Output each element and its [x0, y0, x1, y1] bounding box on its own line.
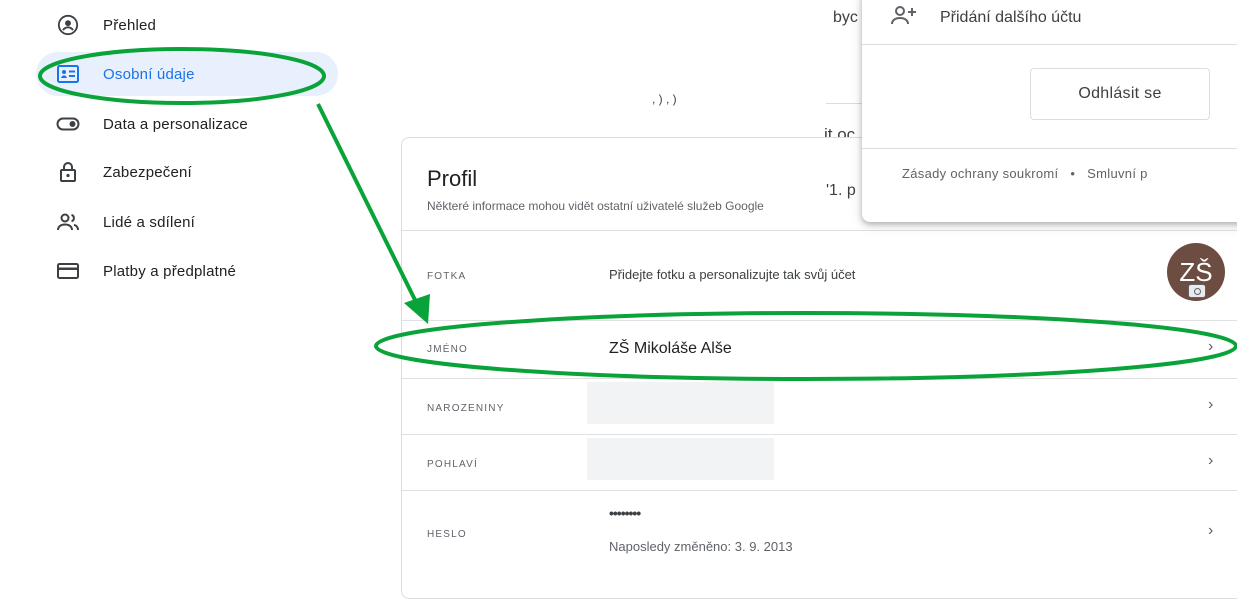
- camera-icon: [1188, 284, 1206, 298]
- toggle-icon: [55, 111, 81, 137]
- background-text-fragment: byc: [833, 9, 858, 26]
- chevron-right-icon: ›: [1208, 396, 1214, 413]
- page-title: Profil: [427, 166, 478, 191]
- divider: [862, 44, 1237, 45]
- row-value: Přidejte fotku a personalizujte tak svůj…: [609, 267, 856, 282]
- background-text-fragment: '1. p: [826, 182, 856, 199]
- person-add-icon: [890, 4, 918, 31]
- redacted-value: [587, 382, 774, 424]
- sidebar-item-payments[interactable]: Platby a předplatné: [36, 249, 338, 293]
- row-value: ZŠ Mikoláše Alše: [609, 340, 732, 357]
- privacy-policy-link[interactable]: Zásady ochrany soukromí: [902, 166, 1058, 181]
- background-text-fragment: , ) , ): [652, 92, 677, 106]
- sidebar-item-personal-info[interactable]: Osobní údaje: [36, 52, 338, 96]
- row-label: JMÉNO: [427, 344, 468, 355]
- row-label: FOTKA: [427, 271, 467, 282]
- password-changed-date: Naposledy změněno: 3. 9. 2013: [609, 539, 793, 554]
- divider: [862, 148, 1237, 149]
- lock-icon: [55, 159, 81, 185]
- sidebar-item-label: Lidé a sdílení: [103, 213, 196, 231]
- chevron-right-icon: ›: [1208, 452, 1214, 469]
- row-label: HESLO: [427, 529, 467, 540]
- sidebar-item-label: Zabezpečení: [103, 163, 192, 181]
- profile-row-password[interactable]: HESLO •••••••• Naposledy změněno: 3. 9. …: [402, 490, 1237, 580]
- add-account-label: Přidání dalšího účtu: [940, 8, 1082, 26]
- account-menu-popup: Přidání dalšího účtu Odhlásit se Zásady …: [862, 0, 1237, 222]
- sidebar-item-overview[interactable]: Přehled: [36, 3, 338, 47]
- profile-subtitle: Některé informace mohou vidět ostatní už…: [427, 199, 764, 213]
- row-label: POHLAVÍ: [427, 459, 479, 470]
- sidebar-item-people-sharing[interactable]: Lidé a sdílení: [36, 200, 338, 244]
- password-dots: ••••••••: [609, 505, 641, 521]
- background-divider: [826, 103, 866, 104]
- id-card-icon: [55, 61, 81, 87]
- profile-row-name[interactable]: JMÉNO ZŠ Mikoláše Alše ›: [402, 320, 1237, 378]
- sidebar-item-label: Přehled: [103, 16, 157, 34]
- people-icon: [55, 209, 81, 235]
- sidebar-item-data-personalization[interactable]: Data a personalizace: [36, 102, 338, 146]
- credit-card-icon: [55, 258, 81, 284]
- sign-out-button[interactable]: Odhlásit se: [1030, 68, 1210, 120]
- profile-row-photo[interactable]: FOTKA Přidejte fotku a personalizujte ta…: [402, 230, 1237, 320]
- chevron-right-icon: ›: [1208, 522, 1214, 539]
- sidebar-item-security[interactable]: Zabezpečení: [36, 150, 338, 194]
- row-label: NAROZENINY: [427, 403, 505, 414]
- avatar-initials: ZŠ: [1179, 256, 1213, 287]
- terms-link[interactable]: Smluvní p: [1087, 166, 1148, 181]
- sidebar-item-label: Platby a předplatné: [103, 262, 237, 280]
- sidebar-item-label: Osobní údaje: [103, 65, 195, 83]
- sidebar-item-label: Data a personalizace: [103, 115, 248, 133]
- profile-row-birthday[interactable]: NAROZENINY ›: [402, 378, 1237, 434]
- profile-row-gender[interactable]: POHLAVÍ ›: [402, 434, 1237, 490]
- chevron-right-icon: ›: [1208, 338, 1214, 355]
- account-circle-icon: [55, 12, 81, 38]
- popup-footer: Zásady ochrany soukromí • Smluvní p: [902, 166, 1148, 181]
- redacted-value: [587, 438, 774, 480]
- footer-separator: •: [1070, 166, 1076, 181]
- add-account-button[interactable]: Přidání dalšího účtu: [890, 4, 1081, 31]
